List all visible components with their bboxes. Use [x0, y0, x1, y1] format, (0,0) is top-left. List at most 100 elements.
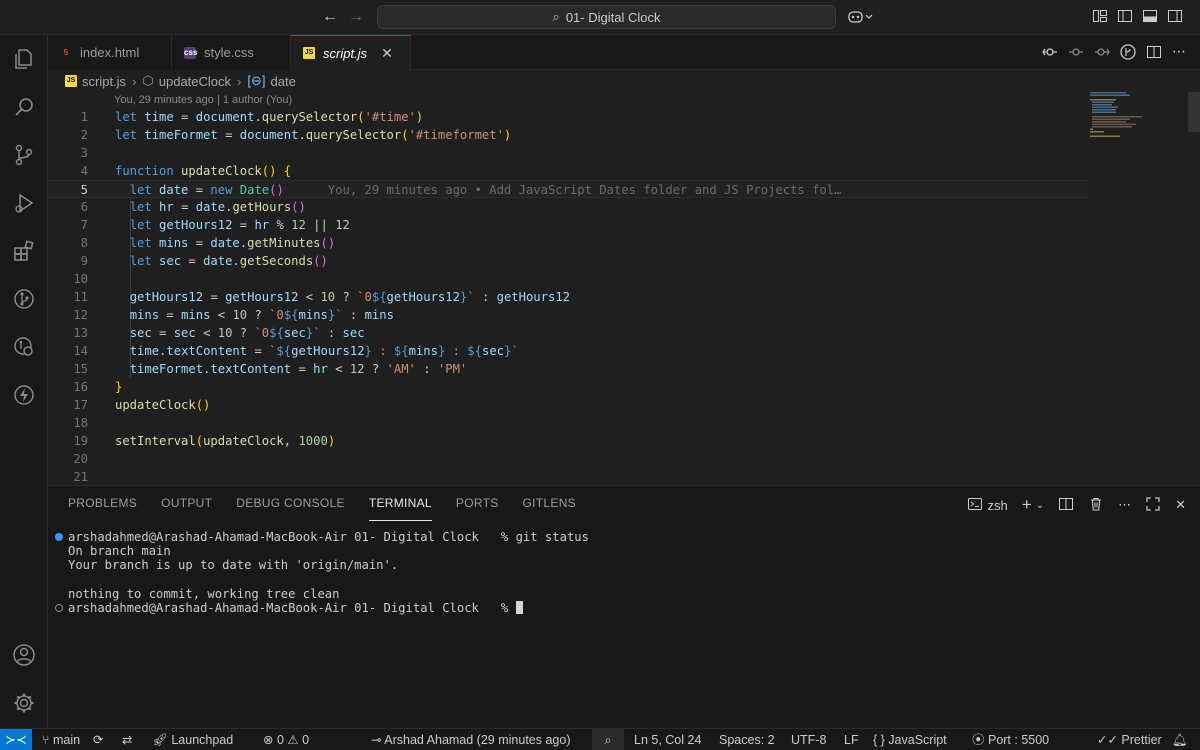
command-success-dot-icon[interactable]	[55, 533, 63, 541]
thunder-client-icon[interactable]	[10, 381, 38, 409]
terminal-output[interactable]: arshadahmed@Arashad-Ahamad-MacBook-Air 0…	[55, 530, 589, 615]
html-file-icon: 5	[63, 47, 69, 57]
close-panel-icon[interactable]: ✕	[1175, 497, 1186, 513]
terminal-icon	[967, 496, 983, 515]
forward-arrow-icon[interactable]: →	[348, 8, 364, 26]
tab-label: script.js	[323, 45, 368, 61]
run-debug-icon[interactable]	[10, 189, 38, 217]
live-server-port[interactable]: ⦿ Port : 5500	[972, 729, 1049, 750]
minimap[interactable]	[1088, 92, 1200, 485]
search-icon[interactable]	[10, 93, 38, 121]
tab-gitlens[interactable]: GITLENS	[523, 486, 576, 521]
tab-script-js[interactable]: JS script.js ✕	[291, 35, 411, 70]
more-actions-icon[interactable]: ⋯	[1118, 497, 1131, 513]
more-actions-icon[interactable]: ⋯	[1172, 44, 1188, 60]
check-all-icon: ✓✓	[1097, 733, 1122, 747]
shell-name: zsh	[987, 497, 1008, 513]
function-symbol-icon: ⬡	[142, 73, 154, 88]
code-editor[interactable]: You, 29 minutes ago | 1 author (You) 1 le…	[48, 92, 1200, 485]
cursor-position[interactable]: Ln 5, Col 24	[634, 729, 701, 750]
indentation[interactable]: Spaces: 2	[719, 729, 775, 750]
panel-tabs: PROBLEMS OUTPUT DEBUG CONSOLE TERMINAL P…	[68, 486, 576, 521]
customize-layout-icon[interactable]	[1092, 8, 1108, 24]
tab-index-html[interactable]: 5 index.html	[48, 35, 172, 70]
toggle-panel-icon[interactable]	[1142, 8, 1158, 24]
encoding[interactable]: UTF-8	[791, 729, 826, 750]
code-line: 11 getHours12 = getHours12 < 10 ? `0${ge…	[73, 290, 570, 304]
rocket-icon: 🚀︎	[152, 733, 172, 747]
maximize-panel-icon[interactable]	[1145, 496, 1161, 515]
split-editor-icon[interactable]	[1146, 44, 1162, 60]
tab-problems[interactable]: PROBLEMS	[68, 486, 137, 521]
tab-ports[interactable]: PORTS	[456, 486, 499, 521]
tab-debug-console[interactable]: DEBUG CONSOLE	[236, 486, 345, 521]
open-changes-icon[interactable]	[1042, 44, 1058, 60]
end-of-line[interactable]: LF	[844, 729, 859, 750]
terminal-shell-selector[interactable]: zsh	[967, 496, 1008, 515]
breadcrumb-file[interactable]: script.js	[82, 74, 126, 89]
sync-icon[interactable]: ⟳	[93, 729, 103, 750]
code-line: 13 sec = sec < 10 ? `0${sec}` : sec	[73, 326, 365, 340]
next-revision-icon[interactable]	[1094, 44, 1110, 60]
gitlens-icon[interactable]	[10, 285, 38, 313]
chevron-down-icon[interactable]: ⌄	[1036, 500, 1044, 511]
new-terminal-icon[interactable]: +	[1022, 495, 1032, 515]
trash-icon[interactable]	[1088, 496, 1104, 515]
git-branch-icon: ⑂	[42, 733, 53, 747]
chevron-right-icon: ›	[132, 73, 137, 89]
tab-style-css[interactable]: css style.css	[172, 35, 291, 70]
prettier-status[interactable]: ✓✓ Prettier	[1097, 729, 1162, 750]
breadcrumb-symbol[interactable]: date	[271, 74, 296, 89]
tab-output[interactable]: OUTPUT	[161, 486, 212, 521]
tab-label: index.html	[80, 45, 140, 60]
copilot-icon[interactable]	[848, 9, 873, 25]
code-line: 2 let timeFormet = document.querySelector…	[80, 128, 512, 142]
command-pending-dot-icon	[55, 603, 63, 612]
css-file-icon: css	[184, 46, 198, 59]
code-line: 12 mins = mins < 10 ? `0${mins}` : mins	[73, 308, 394, 322]
terminal-line: nothing to commit, working tree clean	[68, 586, 340, 601]
window-title: 01- Digital Clock	[565, 9, 661, 25]
git-compare-icon[interactable]: ⇄	[122, 729, 132, 750]
back-arrow-icon[interactable]: ←	[322, 8, 338, 26]
code-lines: 1 let time = document.querySelector('#tim…	[48, 108, 1088, 486]
codelens-blame[interactable]: You, 29 minutes ago | 1 author (You)	[114, 92, 292, 108]
code-line: 9 let sec = date.getSeconds()	[80, 254, 328, 268]
bottom-panel: PROBLEMS OUTPUT DEBUG CONSOLE TERMINAL P…	[48, 485, 1200, 728]
extensions-icon[interactable]	[10, 237, 38, 265]
problems-status[interactable]: ⊗ 0 ⚠ 0	[263, 729, 309, 750]
code-line: 8 let mins = date.getMinutes()	[80, 236, 336, 250]
command-center-search[interactable]: ⌕ 01- Digital Clock	[377, 5, 836, 29]
remote-indicator-icon[interactable]: ≻≺	[0, 729, 32, 750]
remote-explorer-icon[interactable]	[10, 333, 38, 361]
git-blame-status[interactable]: ⊸ Arshad Ahamad (29 minutes ago)	[371, 729, 570, 750]
code-line: 20	[73, 452, 88, 466]
settings-gear-icon[interactable]	[10, 689, 38, 717]
gitlens-inspect-icon[interactable]	[1120, 44, 1136, 60]
code-line: 1 let time = document.querySelector('#tim…	[80, 110, 424, 124]
code-line: 3	[80, 146, 88, 160]
notifications-bell-icon[interactable]: 🔔︎	[1172, 729, 1188, 750]
title-bar: ← → ⌕ 01- Digital Clock	[0, 0, 1200, 35]
toggle-secondary-sidebar-icon[interactable]	[1167, 8, 1183, 24]
close-icon[interactable]: ✕	[381, 45, 393, 62]
code-line: 6 let hr = date.getHours()	[80, 200, 306, 214]
code-line-current: 5 let date = new Date() You, 29 minutes a…	[48, 180, 1088, 198]
toggle-sidebar-icon[interactable]	[1117, 8, 1133, 24]
language-mode[interactable]: { } JavaScript	[873, 729, 947, 750]
source-control-icon[interactable]	[10, 141, 38, 169]
accounts-icon[interactable]	[10, 641, 38, 669]
tab-label: style.css	[204, 45, 254, 60]
editor-scrollbar[interactable]	[1188, 92, 1200, 132]
branch-status[interactable]: ⑂ main	[42, 729, 80, 750]
explorer-icon[interactable]	[10, 45, 38, 73]
launchpad-status[interactable]: 🚀︎ Launchpad	[152, 729, 233, 750]
js-file-icon: JS	[303, 47, 315, 59]
breadcrumb-function[interactable]: updateClock	[159, 74, 231, 89]
previous-revision-icon[interactable]	[1068, 44, 1084, 60]
tab-terminal[interactable]: TERMINAL	[368, 486, 432, 521]
zoom-icon[interactable]: ⌕	[592, 729, 624, 750]
split-terminal-icon[interactable]	[1058, 496, 1074, 515]
code-line: 17 updateClock()	[73, 398, 211, 412]
